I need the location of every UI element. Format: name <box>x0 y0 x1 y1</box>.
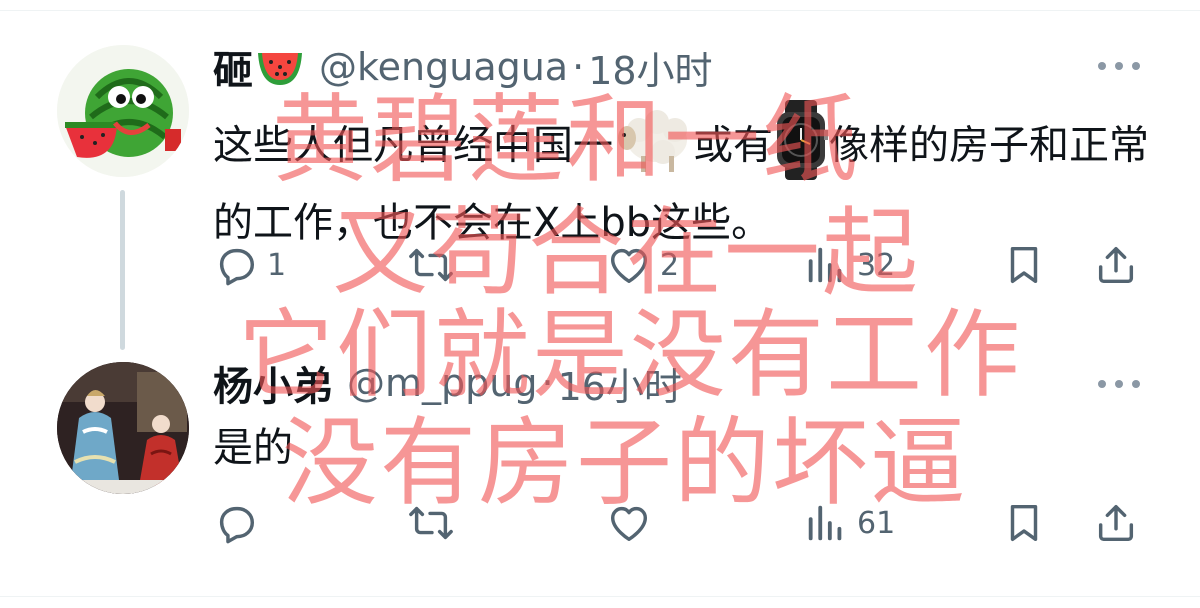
watch-emoji-icon <box>773 100 829 195</box>
author-name[interactable]: 砸 <box>213 38 253 96</box>
bookmark-icon <box>1010 246 1038 284</box>
like-button[interactable] <box>606 498 660 548</box>
bottom-divider <box>0 596 1200 597</box>
more-options-icon[interactable] <box>1098 60 1140 72</box>
author-handle[interactable]: @kenguagua <box>319 45 568 89</box>
tweet-text-part: 这些人但凡曾经中国一 <box>213 122 613 169</box>
retweet-button[interactable] <box>408 498 462 548</box>
reply-icon <box>219 248 255 286</box>
more-options-icon[interactable] <box>1098 378 1140 390</box>
tweet-text: 这些人但凡曾经中国一 或有 像样的房子和正常的工作，也不会在X上bb这些。 <box>213 100 1173 251</box>
avatar[interactable] <box>57 362 189 494</box>
share-button[interactable] <box>1093 240 1139 290</box>
watermelon-avatar-image <box>57 45 189 177</box>
view-count: 32 <box>857 247 896 283</box>
view-count: 61 <box>857 505 896 541</box>
tweet-header: 杨小弟 @m_ppug · 16小时 <box>213 356 682 411</box>
reply-button[interactable] <box>213 498 267 548</box>
heart-icon <box>610 248 648 284</box>
timestamp[interactable]: 16小时 <box>558 356 682 411</box>
author-handle[interactable]: @m_ppug <box>347 361 537 405</box>
tweet-header: 砸 @kenguagua · 18小时 <box>213 40 713 95</box>
tweet-actions: 1 2 32 <box>213 240 1153 290</box>
retweet-icon <box>409 506 453 540</box>
reply-count: 1 <box>267 247 287 283</box>
watermelon-emoji-icon <box>255 47 305 87</box>
timestamp[interactable]: 18小时 <box>588 40 712 95</box>
thread-connector-line <box>120 190 125 350</box>
views-button[interactable]: 61 <box>803 498 895 548</box>
views-chart-icon <box>808 247 842 283</box>
author-name[interactable]: 杨小弟 <box>213 354 333 412</box>
views-button[interactable]: 32 <box>803 240 895 290</box>
share-icon <box>1098 246 1134 284</box>
tweet-text-part: 或有 <box>693 122 773 169</box>
separator-dot: · <box>541 361 554 405</box>
avatar[interactable] <box>57 45 189 177</box>
separator-dot: · <box>572 45 585 89</box>
porcelain-figurines-avatar-image <box>57 362 189 494</box>
sheep-emoji-icon <box>613 104 693 191</box>
share-button[interactable] <box>1093 498 1139 548</box>
bookmark-icon <box>1010 504 1038 542</box>
like-button[interactable]: 2 <box>606 240 679 290</box>
share-icon <box>1098 504 1134 542</box>
tweet-text: 是的 <box>213 425 293 471</box>
heart-icon <box>610 506 648 542</box>
views-chart-icon <box>808 505 842 541</box>
retweet-button[interactable] <box>408 240 462 290</box>
bookmark-button[interactable] <box>1001 240 1047 290</box>
tweet-actions: 61 <box>213 498 1153 548</box>
reply-icon <box>219 506 255 544</box>
reply-button[interactable]: 1 <box>213 240 286 290</box>
like-count: 2 <box>660 247 680 283</box>
top-divider <box>0 10 1200 11</box>
bookmark-button[interactable] <box>1001 498 1047 548</box>
retweet-icon <box>409 248 453 282</box>
